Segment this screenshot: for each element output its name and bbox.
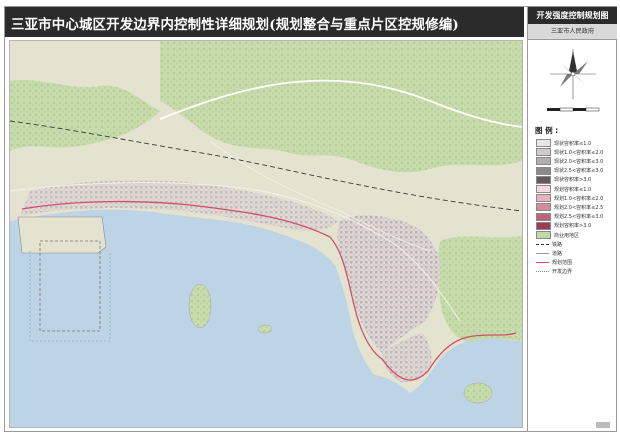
legend-label: 开发边界 (552, 269, 573, 276)
airport-land (17, 216, 107, 254)
legend-line-symbol (536, 252, 549, 254)
legend-item: 规划1.0<容积率≤2.0 (536, 194, 604, 203)
legend-label: 现状2.0<容积率≤3.0 (554, 158, 604, 165)
legend-swatch (536, 194, 551, 203)
legend-label: 规划容积率>3.0 (554, 223, 592, 230)
sidebar-title: 开发强度控制规划图 (528, 7, 617, 24)
legend-line-item: 规划范围 (536, 259, 572, 267)
legend-line-item: 开发边界 (536, 268, 572, 276)
legend-item: 规划容积率≤1.0 (536, 185, 591, 193)
legend-swatch (536, 166, 551, 175)
legend-line-item: 道路 (536, 249, 562, 257)
legend-swatch (536, 221, 551, 230)
legend-label: 规划范围 (552, 260, 573, 267)
island-large (188, 283, 212, 329)
legend-swatch (536, 139, 551, 147)
map-canvas[interactable] (9, 40, 523, 428)
east-vegetation (437, 236, 522, 342)
legend-item: 现状1.0<容积率≤2.0 (536, 148, 604, 157)
legend-line-item: 铁路 (536, 240, 562, 248)
island-east (463, 382, 493, 404)
legend-label: 现状容积率>3.0 (554, 177, 592, 184)
legend-item: 现状2.0<容积率≤3.0 (536, 157, 604, 166)
legend-item: 规划容积率>3.0 (536, 221, 592, 230)
legend-swatch (536, 157, 551, 166)
map-title: 三亚市中心城区开发边界内控制性详细规划(规划整合与重点片区控规修编) (11, 17, 459, 33)
legend-item: 现状2.5<容积率≤3.0 (536, 166, 604, 175)
legend-label: 现状2.5<容积率≤3.0 (554, 168, 604, 175)
legend-label: 商业用地区 (554, 232, 580, 239)
legend-item: 商业用地区 (536, 231, 579, 239)
legend-line-symbol (536, 262, 549, 264)
title-bar: 三亚市中心城区开发边界内控制性详细规划(规划整合与重点片区控规修编) (5, 7, 524, 37)
legend-item: 现状容积率>3.0 (536, 175, 592, 184)
legend-label: 规划2.5<容积率≤3.0 (554, 214, 604, 221)
map-sidebar: 开发强度控制规划图 三亚市人民政府 图 例 : 现状容积率≤1.0 现状1.0<容… (527, 7, 617, 431)
sidebar-subtitle: 三亚市人民政府 (528, 24, 617, 40)
wind-rose-icon (550, 49, 596, 99)
legend-swatch (536, 148, 551, 157)
legend-swatch (536, 203, 551, 212)
legend-line-symbol (536, 243, 549, 245)
legend-item: 规划2.5<容积率≤3.0 (536, 212, 604, 221)
legend-swatch (536, 185, 551, 193)
legend-swatch (536, 175, 551, 184)
legend-label: 规划2.0<容积率≤2.5 (554, 204, 604, 211)
legend-label: 规划1.0<容积率≤2.0 (554, 195, 604, 202)
legend-label: 铁路 (552, 241, 563, 248)
map-frame: 三亚市中心城区开发边界内控制性详细规划(规划整合与重点片区控规修编) 开发强度控… (4, 6, 617, 432)
legend-label: 规划容积率≤1.0 (554, 186, 592, 193)
legend-label: 现状容积率≤1.0 (554, 140, 592, 147)
legend-item: 现状容积率≤1.0 (536, 139, 591, 147)
page-mark (596, 422, 610, 428)
legend-line-symbol (536, 271, 549, 273)
legend: 图 例 : 现状容积率≤1.0 现状1.0<容积率≤2.0 现状2.0<容积率≤3.… (531, 119, 614, 284)
legend-heading: 图 例 : (535, 126, 559, 135)
legend-label: 现状1.0<容积率≤2.0 (554, 149, 604, 156)
legend-swatch (536, 212, 551, 221)
island-small (257, 324, 273, 334)
scale-bar-icon (547, 107, 600, 112)
legend-label: 道路 (552, 250, 563, 257)
legend-item: 规划2.0<容积率≤2.5 (536, 203, 604, 212)
legend-swatch (536, 231, 551, 239)
